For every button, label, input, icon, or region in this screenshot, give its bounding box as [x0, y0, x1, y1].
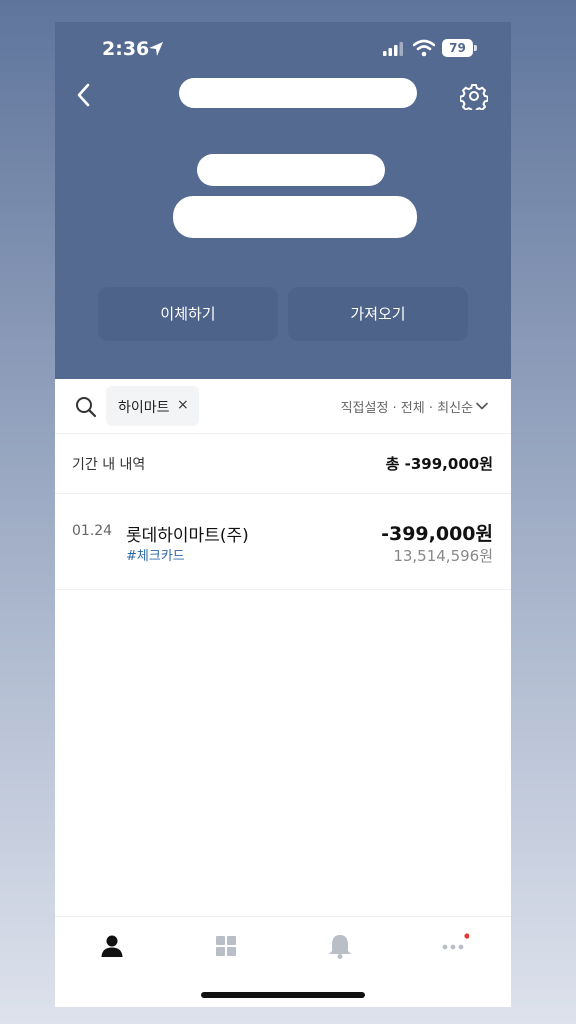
battery-level: 79	[442, 39, 473, 57]
summary-total: 총 -399,000원	[385, 455, 493, 473]
transaction-merchant: 롯데하이마트(주)	[126, 526, 249, 546]
search-keyword-chip[interactable]: 하이마트 ×	[106, 386, 199, 426]
period-summary: 기간 내 내역 총 -399,000원	[55, 434, 511, 494]
chevron-left-icon[interactable]	[73, 82, 95, 108]
wifi-icon	[413, 39, 435, 57]
redacted-account-number	[197, 154, 385, 186]
summary-label: 기간 내 내역	[72, 457, 146, 473]
redacted-balance	[173, 196, 417, 238]
transfer-button[interactable]: 이체하기	[98, 287, 278, 341]
account-header: 2:36 79 이체하기 가져오기	[55, 22, 511, 379]
redacted-account-name	[179, 78, 417, 108]
search-icon[interactable]	[75, 396, 97, 418]
filter-bar: 하이마트 × 직접설정 · 전체 · 최신순	[55, 379, 511, 434]
signal-icon	[383, 42, 403, 56]
chip-label: 하이마트	[118, 400, 170, 416]
filter-sort-options[interactable]: 직접설정 · 전체 · 최신순	[341, 397, 473, 416]
transaction-row[interactable]: 01.24 롯데하이마트(주) #체크카드 -399,000원 13,514,5…	[55, 494, 511, 590]
transaction-amount: -399,000원	[381, 523, 493, 545]
phone-screen: 2:36 79 이체하기 가져오기 하이마트 × 직접설정 · 전체 · 최신순…	[55, 22, 511, 1007]
transaction-balance: 13,514,596원	[393, 547, 493, 565]
person-icon[interactable]	[97, 931, 127, 961]
gear-icon[interactable]	[460, 82, 488, 110]
battery-icon: 79	[442, 39, 478, 57]
fetch-button[interactable]: 가져오기	[288, 287, 468, 341]
status-time: 2:36	[102, 38, 150, 60]
home-indicator	[201, 992, 365, 998]
more-icon[interactable]	[439, 931, 469, 961]
clear-keyword-icon[interactable]: ×	[177, 397, 189, 413]
notification-dot	[464, 933, 469, 939]
bell-icon[interactable]	[325, 931, 355, 961]
location-arrow-icon	[149, 42, 163, 56]
chevron-down-icon[interactable]	[475, 399, 489, 413]
transaction-tag: #체크카드	[126, 549, 185, 564]
transaction-date: 01.24	[72, 523, 113, 539]
grid-icon[interactable]	[211, 931, 241, 961]
